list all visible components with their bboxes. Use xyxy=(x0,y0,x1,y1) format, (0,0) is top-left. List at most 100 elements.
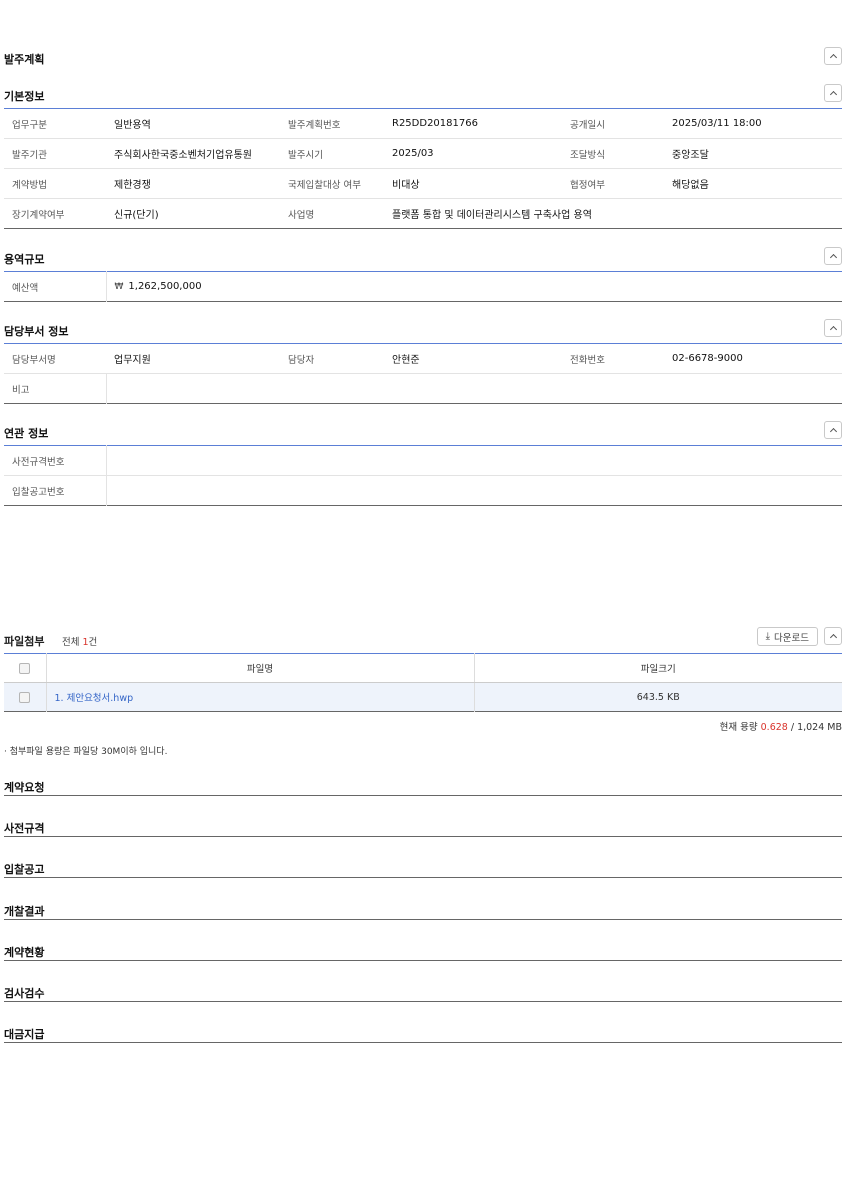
table-row: 입찰공고번호 xyxy=(4,475,842,506)
field-label: 비고 xyxy=(4,373,107,404)
section-payment[interactable]: 대금지급 xyxy=(4,1023,842,1043)
field-label: 사전규격번호 xyxy=(4,445,107,476)
related-header: 연관 정보 xyxy=(4,421,842,441)
dept-table: 담당부서명 업무지원 담당자 안현준 전화번호 02-6678-9000 비고 xyxy=(4,343,842,404)
table-row: 담당부서명 업무지원 담당자 안현준 전화번호 02-6678-9000 xyxy=(4,343,842,374)
file-attach-title: 파일첨부 xyxy=(4,635,45,648)
scale-table: 예산액 ₩1,262,500,000 xyxy=(4,271,842,302)
dept-title: 담당부서 정보 xyxy=(4,325,69,338)
usage-suffix: / 1,024 MB xyxy=(787,722,842,733)
field-value: 중앙조달 xyxy=(664,138,842,169)
col-file-name: 파일명 xyxy=(46,653,475,683)
file-count: 전체 1건 xyxy=(62,634,97,648)
section-title: 검사검수 xyxy=(4,987,45,1000)
select-all-cell xyxy=(4,653,47,683)
field-value: 안현준 xyxy=(384,343,562,374)
table-row: 장기계약여부 신규(단기) 사업명 플랫폼 통합 및 데이터관리시스템 구축사업… xyxy=(4,199,842,229)
field-label: 협정여부 xyxy=(562,168,664,199)
scale-title: 용역규모 xyxy=(4,253,45,266)
table-row: 발주기관 주식회사한국중소벤처기업유통원 발주시기 2025/03 조달방식 중… xyxy=(4,138,842,169)
section-title: 대금지급 xyxy=(4,1028,45,1041)
field-label: 계약방법 xyxy=(4,168,106,199)
field-label: 발주계획번호 xyxy=(280,108,384,139)
chevron-up-icon xyxy=(829,633,837,642)
file-attach-header: 파일첨부 전체 1건 ⤓ 다운로드 xyxy=(4,627,842,649)
row-select-cell xyxy=(4,682,47,712)
basic-info-header: 기본정보 xyxy=(4,84,842,104)
scale-collapse-button[interactable] xyxy=(824,247,842,265)
field-label: 전화번호 xyxy=(562,343,664,374)
field-value: 해당없음 xyxy=(664,168,842,199)
section-bid-result[interactable]: 개찰결과 xyxy=(4,900,842,920)
section-pre-spec[interactable]: 사전규격 xyxy=(4,817,842,837)
file-count-prefix: 전체 xyxy=(62,637,83,648)
basic-info-table: 업무구분 일반용역 발주계획번호 R25DD20181766 공개일시 2025… xyxy=(4,108,842,229)
section-title: 계약현황 xyxy=(4,946,45,959)
download-button[interactable]: ⤓ 다운로드 xyxy=(756,627,818,646)
file-attach-collapse-button[interactable] xyxy=(824,627,842,645)
field-label: 공개일시 xyxy=(562,108,664,139)
chevron-up-icon xyxy=(829,427,837,436)
related-collapse-button[interactable] xyxy=(824,421,842,439)
dept-header: 담당부서 정보 xyxy=(4,319,842,339)
table-row: 예산액 ₩1,262,500,000 xyxy=(4,271,842,302)
field-value xyxy=(106,445,842,476)
chevron-up-icon xyxy=(829,53,837,62)
order-plan-title: 발주계획 xyxy=(4,53,45,66)
table-row: 사전규격번호 xyxy=(4,445,842,476)
budget-value: 1,262,500,000 xyxy=(128,281,202,292)
field-value: 일반용역 xyxy=(106,108,280,139)
currency-symbol: ₩ xyxy=(114,282,124,292)
order-plan-collapse-button[interactable] xyxy=(824,47,842,65)
table-row: 업무구분 일반용역 발주계획번호 R25DD20181766 공개일시 2025… xyxy=(4,108,842,139)
chevron-up-icon xyxy=(829,90,837,99)
budget-value-cell: ₩1,262,500,000 xyxy=(106,272,842,302)
field-value: 2025/03 xyxy=(384,138,562,169)
dept-collapse-button[interactable] xyxy=(824,319,842,337)
field-label: 입찰공고번호 xyxy=(4,475,107,506)
basic-info-collapse-button[interactable] xyxy=(824,84,842,102)
file-size: 643.5 KB xyxy=(474,682,842,712)
field-value: R25DD20181766 xyxy=(384,108,562,139)
download-icon: ⤓ xyxy=(765,631,771,642)
field-value: 업무지원 xyxy=(106,343,280,374)
file-table: 파일명 파일크기 1. 제안요청서.hwp 643.5 KB xyxy=(4,653,842,712)
section-title: 사전규격 xyxy=(4,822,45,835)
usage-current: 0.628 xyxy=(760,722,788,733)
field-value xyxy=(106,476,842,506)
field-label: 발주시기 xyxy=(280,138,384,169)
file-name-link[interactable]: 1. 제안요청서.hwp xyxy=(46,682,475,712)
field-label: 담당자 xyxy=(280,343,384,374)
section-title: 입찰공고 xyxy=(4,863,45,876)
section-title: 개찰결과 xyxy=(4,905,45,918)
budget-label: 예산액 xyxy=(4,271,107,302)
field-value: 비대상 xyxy=(384,168,562,199)
field-label: 업무구분 xyxy=(4,108,106,139)
basic-info-title: 기본정보 xyxy=(4,90,45,103)
field-label: 담당부서명 xyxy=(4,343,106,374)
field-label: 장기계약여부 xyxy=(12,209,65,221)
field-value: 02-6678-9000 xyxy=(664,343,842,374)
select-all-checkbox[interactable] xyxy=(19,662,31,674)
section-contract-status[interactable]: 계약현황 xyxy=(4,941,842,961)
chevron-up-icon xyxy=(829,325,837,334)
field-label: 조달방식 xyxy=(562,138,664,169)
section-inspection[interactable]: 검사검수 xyxy=(4,982,842,1002)
col-file-size: 파일크기 xyxy=(474,653,842,683)
field-value: 2025/03/11 18:00 xyxy=(664,108,842,139)
related-table: 사전규격번호 입찰공고번호 xyxy=(4,445,842,506)
usage-prefix: 현재 용량 xyxy=(719,722,761,733)
table-row: 계약방법 제한경쟁 국제입찰대상 여부 비대상 협정여부 해당없음 xyxy=(4,168,842,199)
file-table-header: 파일명 파일크기 xyxy=(4,653,842,683)
attachment-note: · 첨부파일 용량은 파일당 30M이하 입니다. xyxy=(4,747,168,757)
row-checkbox[interactable] xyxy=(19,691,31,703)
chevron-up-icon xyxy=(829,253,837,262)
section-contract-request[interactable]: 계약요청 xyxy=(4,776,842,796)
field-value xyxy=(106,374,842,404)
storage-usage: 현재 용량 0.628 / 1,024 MB xyxy=(720,719,842,733)
table-row: 비고 xyxy=(4,373,842,404)
field-label: 사업명 xyxy=(288,209,315,221)
field-label: 국제입찰대상 여부 xyxy=(280,168,384,199)
section-bid-notice[interactable]: 입찰공고 xyxy=(4,858,842,878)
order-plan-header: 발주계획 xyxy=(4,47,842,67)
